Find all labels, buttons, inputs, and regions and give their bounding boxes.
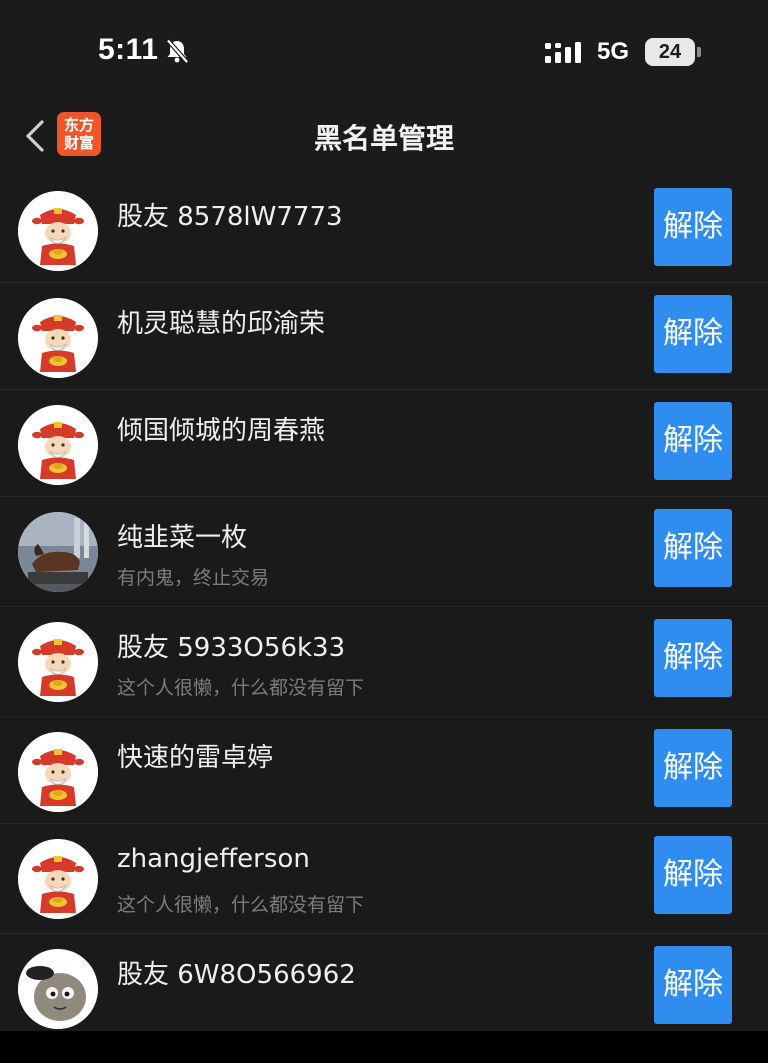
list-item[interactable]: 纯韭菜一枚有内鬼，终止交易 解除 xyxy=(0,497,768,607)
bottom-bar xyxy=(0,1031,768,1063)
unblock-button[interactable]: 解除 xyxy=(654,836,732,914)
battery-icon: 24 xyxy=(645,38,695,66)
list-item[interactable]: 机灵聪慧的邱渝荣 解除 xyxy=(0,283,768,390)
user-name: zhangjefferson xyxy=(117,844,310,874)
user-signature: 这个人很懒，什么都没有留下 xyxy=(117,677,365,699)
fortune-god-avatar[interactable] xyxy=(18,622,98,702)
user-name: 机灵聪慧的邱渝荣 xyxy=(117,309,326,339)
unblock-button[interactable]: 解除 xyxy=(654,619,732,697)
fortune-god-avatar[interactable] xyxy=(18,191,98,271)
user-name: 股友 6W8O566962 xyxy=(117,960,356,990)
fortune-god-avatar[interactable] xyxy=(18,732,98,812)
list-item[interactable]: 股友 6W8O566962 解除 xyxy=(0,934,768,1041)
blocklist: 股友 8578lW7773解除 机灵聪慧的邱渝荣解除 倾国倾城的周春燕解除 xyxy=(0,176,768,1041)
user-name: 倾国倾城的周春燕 xyxy=(117,416,326,446)
user-signature: 有内鬼，终止交易 xyxy=(117,567,270,589)
list-item[interactable]: 快速的雷卓婷 解除 xyxy=(0,717,768,824)
signal-icon xyxy=(545,42,581,63)
user-signature: 这个人很懒，什么都没有留下 xyxy=(117,894,365,916)
list-item[interactable]: 倾国倾城的周春燕 解除 xyxy=(0,390,768,497)
unblock-button[interactable]: 解除 xyxy=(654,188,732,266)
battery-tip xyxy=(697,47,701,57)
list-item[interactable]: 股友 8578lW7773 解除 xyxy=(0,176,768,283)
status-bar: 5:11 5G 24 xyxy=(0,0,768,100)
user-name: 股友 8578lW7773 xyxy=(117,202,343,232)
nav-bar: 东方 财富 黑名单管理 xyxy=(0,100,768,176)
list-item[interactable]: 股友 5933O56k33 这个人很懒，什么都没有留下 解除 xyxy=(0,607,768,717)
fortune-god-avatar[interactable] xyxy=(18,298,98,378)
status-time: 5:11 xyxy=(98,33,159,66)
page-title: 黑名单管理 xyxy=(313,122,454,155)
user-name: 快速的雷卓婷 xyxy=(117,743,274,773)
unblock-button[interactable]: 解除 xyxy=(654,729,732,807)
network-type: 5G xyxy=(597,38,630,65)
bell-muted-icon xyxy=(166,39,189,64)
unblock-button[interactable]: 解除 xyxy=(654,509,732,587)
user-name: 股友 5933O56k33 xyxy=(117,633,346,663)
bull-photo-avatar[interactable] xyxy=(18,512,98,592)
potato-cartoon-avatar[interactable] xyxy=(18,949,98,1029)
fortune-god-avatar[interactable] xyxy=(18,405,98,485)
fortune-god-avatar[interactable] xyxy=(18,839,98,919)
user-name: 纯韭菜一枚 xyxy=(117,523,248,553)
list-item[interactable]: zhangjefferson 这个人很懒，什么都没有留下 解除 xyxy=(0,824,768,934)
unblock-button[interactable]: 解除 xyxy=(654,402,732,480)
unblock-button[interactable]: 解除 xyxy=(654,295,732,373)
unblock-button[interactable]: 解除 xyxy=(654,946,732,1024)
